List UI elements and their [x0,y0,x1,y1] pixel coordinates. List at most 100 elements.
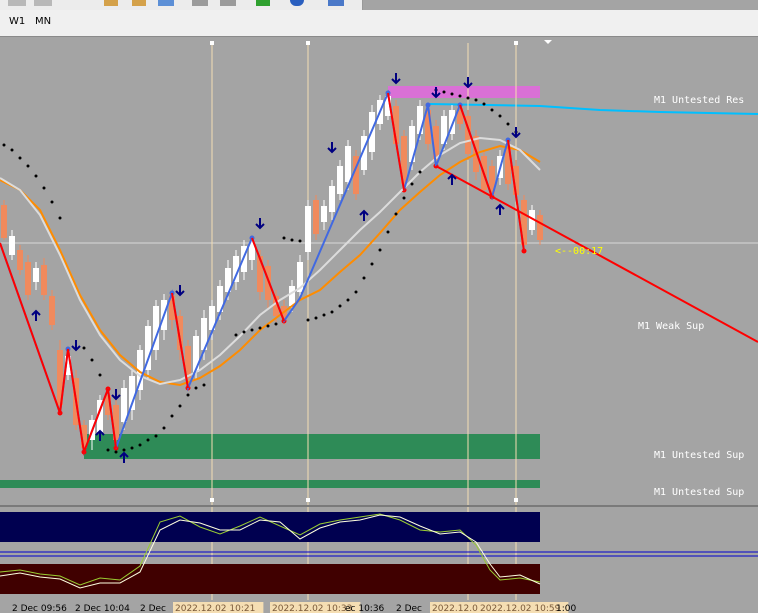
candle-body [25,262,31,295]
sar-dot [114,450,118,454]
chart-window[interactable]: M1 Untested Res M1 Weak Sup M1 Untested … [0,37,758,613]
sar-dot [506,122,510,126]
sar-dot [418,170,422,174]
sar-dot [258,326,262,330]
level-label-support-1: M1 Untested Sup [654,450,744,461]
candle-body [41,265,47,295]
sar-dot [178,404,182,408]
toolbar-icon[interactable] [8,0,26,6]
sar-dot [346,298,350,302]
time-tick-label: 2022.12.02 10:21 [175,604,255,613]
candle-body [537,215,543,240]
sar-dot [146,438,150,442]
sar-dot [250,328,254,332]
sar-dot [130,446,134,450]
time-tick-label: 1:00 [556,604,576,613]
sar-dot [450,92,454,96]
sar-dot [314,316,318,320]
history-icon[interactable] [290,0,304,6]
time-tick-label: 2022.12.02 10:59 [480,604,561,613]
time-tick-label: 2 Dec 09:56 [12,604,67,613]
sar-dot [154,434,158,438]
sar-dot [50,200,54,204]
sar-dot [26,164,30,168]
level-label-weak-support: M1 Weak Sup [638,321,704,332]
sar-dot [290,238,294,242]
sar-dot [394,212,398,216]
sar-dot [378,248,382,252]
sar-dot [18,156,22,160]
sar-dot [58,216,62,220]
candle-body [9,236,15,255]
sar-dot [202,383,206,387]
toolbar-icon[interactable] [34,0,52,6]
timeframe-w1[interactable]: W1 [9,16,25,27]
candle-body [321,206,327,222]
pencil-icon[interactable] [132,0,146,6]
sar-dot [98,373,102,377]
time-tick-label: 2 Dec [396,604,422,613]
sar-dot [474,98,478,102]
oscillator-overbought-zone [0,512,540,542]
oscillator-oversold-zone [0,564,540,594]
candle-body [305,206,311,252]
sar-dot [442,90,446,94]
add-indicator-icon[interactable] [256,0,270,6]
sar-dot [322,313,326,317]
sar-dot [162,426,166,430]
sar-dot [338,304,342,308]
candle-body [329,186,335,212]
sar-dot [370,262,374,266]
pencil-icon[interactable] [104,0,118,6]
sar-dot [402,196,406,200]
sar-dot [42,186,46,190]
candle-body [313,200,319,234]
timeframe-mn[interactable]: MN [35,16,51,27]
level-label-resistance: M1 Untested Res [654,95,744,106]
sar-dot [90,358,94,362]
objects-icon[interactable] [158,0,174,6]
resistance-zone [388,86,540,98]
sar-dot [458,94,462,98]
sar-dot [242,330,246,334]
sar-dot [466,96,470,100]
scroll-right-icon[interactable] [220,0,236,6]
templates-icon[interactable] [328,0,344,6]
support-zone-2 [0,480,540,488]
time-tick-label: 2 Dec 10:04 [75,604,130,613]
support-zone-1 [84,434,540,459]
sar-dot [122,448,126,452]
price-chart[interactable]: M1 Untested Res M1 Weak Sup M1 Untested … [0,37,758,613]
sar-dot [354,290,358,294]
sar-dot [194,386,198,390]
level-label-support-2: M1 Untested Sup [654,487,744,498]
sar-dot [2,143,6,147]
sar-dot [482,102,486,106]
timeframe-bar: W1 MN [0,10,758,37]
sar-dot [138,443,142,447]
sar-dot [106,448,110,452]
candle-body [17,250,23,270]
sar-dot [298,239,302,243]
sar-dot [306,318,310,322]
sar-dot [34,174,38,178]
candle-body [345,146,351,182]
candle-body [49,296,55,325]
sar-dot [362,276,366,280]
sar-dot [170,414,174,418]
candle-body [1,205,7,238]
sar-dot [234,333,238,337]
time-tick-label: ec 10:36 [345,604,385,613]
sar-dot [410,182,414,186]
candle-body [289,286,295,306]
sar-dot [186,393,190,397]
sar-dot [330,310,334,314]
candle-body [337,166,343,194]
sar-dot [274,322,278,326]
time-tick-label: 2022.12.02 10:33 [272,604,352,613]
sar-dot [498,114,502,118]
time-tick-label: 2022.12.02 [432,604,484,613]
scroll-left-icon[interactable] [192,0,208,6]
sar-dot [386,230,390,234]
sar-dot [490,108,494,112]
